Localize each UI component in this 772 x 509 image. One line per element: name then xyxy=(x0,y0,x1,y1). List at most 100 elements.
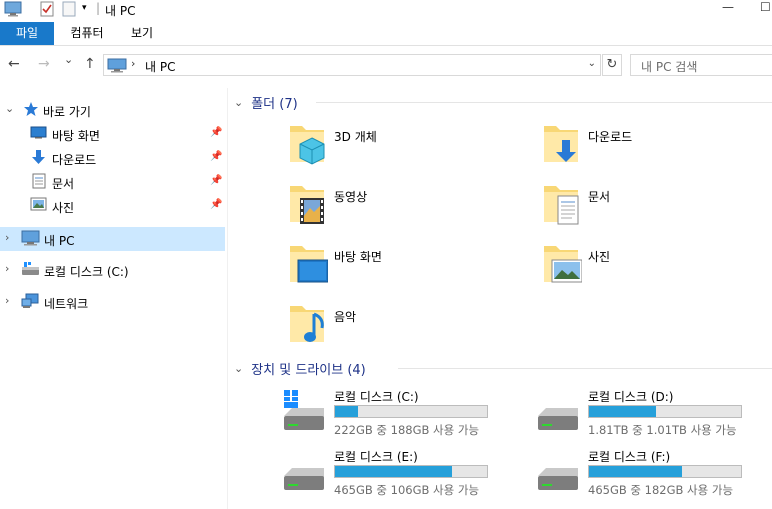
nav-item-pictures[interactable]: 사진 📌 xyxy=(0,194,225,218)
document-icon xyxy=(32,173,46,192)
folder-desktop[interactable]: 바탕 화면 xyxy=(288,242,518,292)
chevron-right-icon[interactable]: › xyxy=(5,231,9,244)
refresh-button[interactable]: ↻ xyxy=(602,54,622,76)
network-icon xyxy=(21,293,40,312)
folder-downloads[interactable]: 다운로드 xyxy=(542,122,772,172)
drive-f[interactable]: 로컬 디스크 (F:) 465GB 중 182GB 사용 가능 xyxy=(536,448,766,502)
drive-space-info: 1.81TB 중 1.01TB 사용 가능 xyxy=(588,423,737,437)
pin-icon[interactable]: 📌 xyxy=(210,151,222,162)
folder-name: 3D 개체 xyxy=(334,130,377,144)
computer-icon xyxy=(21,230,40,249)
nav-item-documents[interactable]: 문서 📌 xyxy=(0,170,225,194)
nav-item-this-pc[interactable]: › 내 PC xyxy=(0,227,225,251)
section-divider xyxy=(316,102,772,103)
forward-button[interactable]: → xyxy=(38,56,50,72)
up-button[interactable]: ↑ xyxy=(84,56,96,72)
nav-label: 바탕 화면 xyxy=(52,129,100,143)
section-title: 장치 및 드라이브 (4) xyxy=(251,363,366,378)
nav-label: 로컬 디스크 (C:) xyxy=(44,265,129,279)
ribbon: 파일 컴퓨터 보기 xyxy=(0,22,772,46)
recent-locations-button[interactable]: ⌄ xyxy=(64,53,73,66)
folder-name: 문서 xyxy=(588,190,611,204)
back-button[interactable]: ← xyxy=(8,56,20,72)
folders-section-header[interactable]: ⌄ 폴더 (7) xyxy=(234,93,298,112)
tab-file[interactable]: 파일 xyxy=(0,22,54,45)
nav-item-network[interactable]: › 네트워크 xyxy=(0,290,225,314)
section-title: 폴더 (7) xyxy=(251,97,298,112)
drive-name: 로컬 디스크 (C:) xyxy=(334,390,419,404)
download-icon xyxy=(30,149,47,168)
search-placeholder: 내 PC 검색 xyxy=(641,60,698,74)
pictures-icon xyxy=(30,197,47,214)
tab-computer[interactable]: 컴퓨터 xyxy=(62,22,112,45)
chevron-expanded-icon[interactable]: ⌄ xyxy=(5,102,14,115)
nav-item-downloads[interactable]: 다운로드 📌 xyxy=(0,146,225,170)
chevron-right-icon[interactable]: › xyxy=(5,262,9,275)
drives-section-header[interactable]: ⌄ 장치 및 드라이브 (4) xyxy=(234,359,366,378)
drive-usage-bar xyxy=(334,405,488,418)
tab-view[interactable]: 보기 xyxy=(122,22,162,45)
search-input[interactable]: 내 PC 검색 xyxy=(630,54,772,76)
properties-icon[interactable] xyxy=(40,1,54,20)
desktop-icon xyxy=(30,125,47,143)
title-divider: | xyxy=(96,1,101,15)
maximize-button[interactable]: ☐ xyxy=(760,0,771,14)
drive-usage-fill xyxy=(589,406,657,417)
nav-label: 바로 가기 xyxy=(43,105,91,119)
folder-name: 사진 xyxy=(588,250,611,264)
nav-label: 사진 xyxy=(52,201,75,215)
drive-name: 로컬 디스크 (E:) xyxy=(334,450,418,464)
folder-music[interactable]: 음악 xyxy=(288,302,518,352)
computer-icon[interactable] xyxy=(4,1,22,20)
drive-name: 로컬 디스크 (D:) xyxy=(588,390,674,404)
drive-d[interactable]: 로컬 디스크 (D:) 1.81TB 중 1.01TB 사용 가능 xyxy=(536,388,766,442)
folder-documents[interactable]: 문서 xyxy=(542,182,772,232)
customize-toolbar-icon[interactable]: ▾ xyxy=(82,3,87,13)
section-divider xyxy=(398,368,772,369)
folder-name: 다운로드 xyxy=(588,130,633,144)
folder-pictures[interactable]: 사진 xyxy=(542,242,772,292)
chevron-expanded-icon[interactable]: ⌄ xyxy=(234,362,243,375)
window-title: 내 PC xyxy=(105,4,136,18)
nav-item-quick-access[interactable]: ⌄ 바로 가기 xyxy=(0,98,225,122)
folder-3d-objects[interactable]: 3D 개체 xyxy=(288,122,518,172)
nav-label: 내 PC xyxy=(44,234,75,248)
drive-icon xyxy=(21,261,40,280)
chevron-right-icon[interactable]: › xyxy=(5,294,9,307)
drive-space-info: 465GB 중 182GB 사용 가능 xyxy=(588,483,734,497)
address-bar[interactable]: › 내 PC ⌄ xyxy=(103,54,601,76)
navigation-pane: ⌄ 바로 가기 바탕 화면 📌 다운로드 📌 문서 📌 사진 📌 › 내 PC … xyxy=(0,88,228,509)
nav-label: 문서 xyxy=(52,177,75,191)
drive-usage-bar xyxy=(334,465,488,478)
folder-name: 바탕 화면 xyxy=(334,250,382,264)
drive-usage-fill xyxy=(335,466,453,477)
drive-c[interactable]: 로컬 디스크 (C:) 222GB 중 188GB 사용 가능 xyxy=(282,388,512,442)
drive-usage-fill xyxy=(335,406,359,417)
drive-space-info: 222GB 중 188GB 사용 가능 xyxy=(334,423,480,437)
drive-usage-fill xyxy=(589,466,682,477)
drive-usage-bar xyxy=(588,465,742,478)
folder-name: 동영상 xyxy=(334,190,368,204)
drive-space-info: 465GB 중 106GB 사용 가능 xyxy=(334,483,480,497)
star-icon xyxy=(23,101,39,120)
breadcrumb-separator[interactable]: › xyxy=(131,57,135,70)
breadcrumb-this-pc[interactable]: 내 PC xyxy=(145,58,175,75)
drive-name: 로컬 디스크 (F:) xyxy=(588,450,671,464)
drive-e[interactable]: 로컬 디스크 (E:) 465GB 중 106GB 사용 가능 xyxy=(282,448,512,502)
nav-item-local-disk-c[interactable]: › 로컬 디스크 (C:) xyxy=(0,258,225,282)
computer-icon xyxy=(107,58,127,76)
nav-label: 다운로드 xyxy=(52,153,97,167)
pin-icon[interactable]: 📌 xyxy=(210,127,222,138)
title-bar: ▾ | 내 PC — ☐ xyxy=(0,0,772,20)
nav-item-desktop[interactable]: 바탕 화면 📌 xyxy=(0,122,225,146)
new-folder-icon[interactable] xyxy=(62,1,76,20)
pin-icon[interactable]: 📌 xyxy=(210,175,222,186)
drive-usage-bar xyxy=(588,405,742,418)
minimize-button[interactable]: — xyxy=(722,0,734,14)
folder-name: 음악 xyxy=(334,310,357,324)
nav-label: 네트워크 xyxy=(44,297,89,311)
chevron-expanded-icon[interactable]: ⌄ xyxy=(234,96,243,109)
pin-icon[interactable]: 📌 xyxy=(210,199,222,210)
folder-videos[interactable]: 동영상 xyxy=(288,182,518,232)
chevron-down-icon[interactable]: ⌄ xyxy=(588,58,596,69)
